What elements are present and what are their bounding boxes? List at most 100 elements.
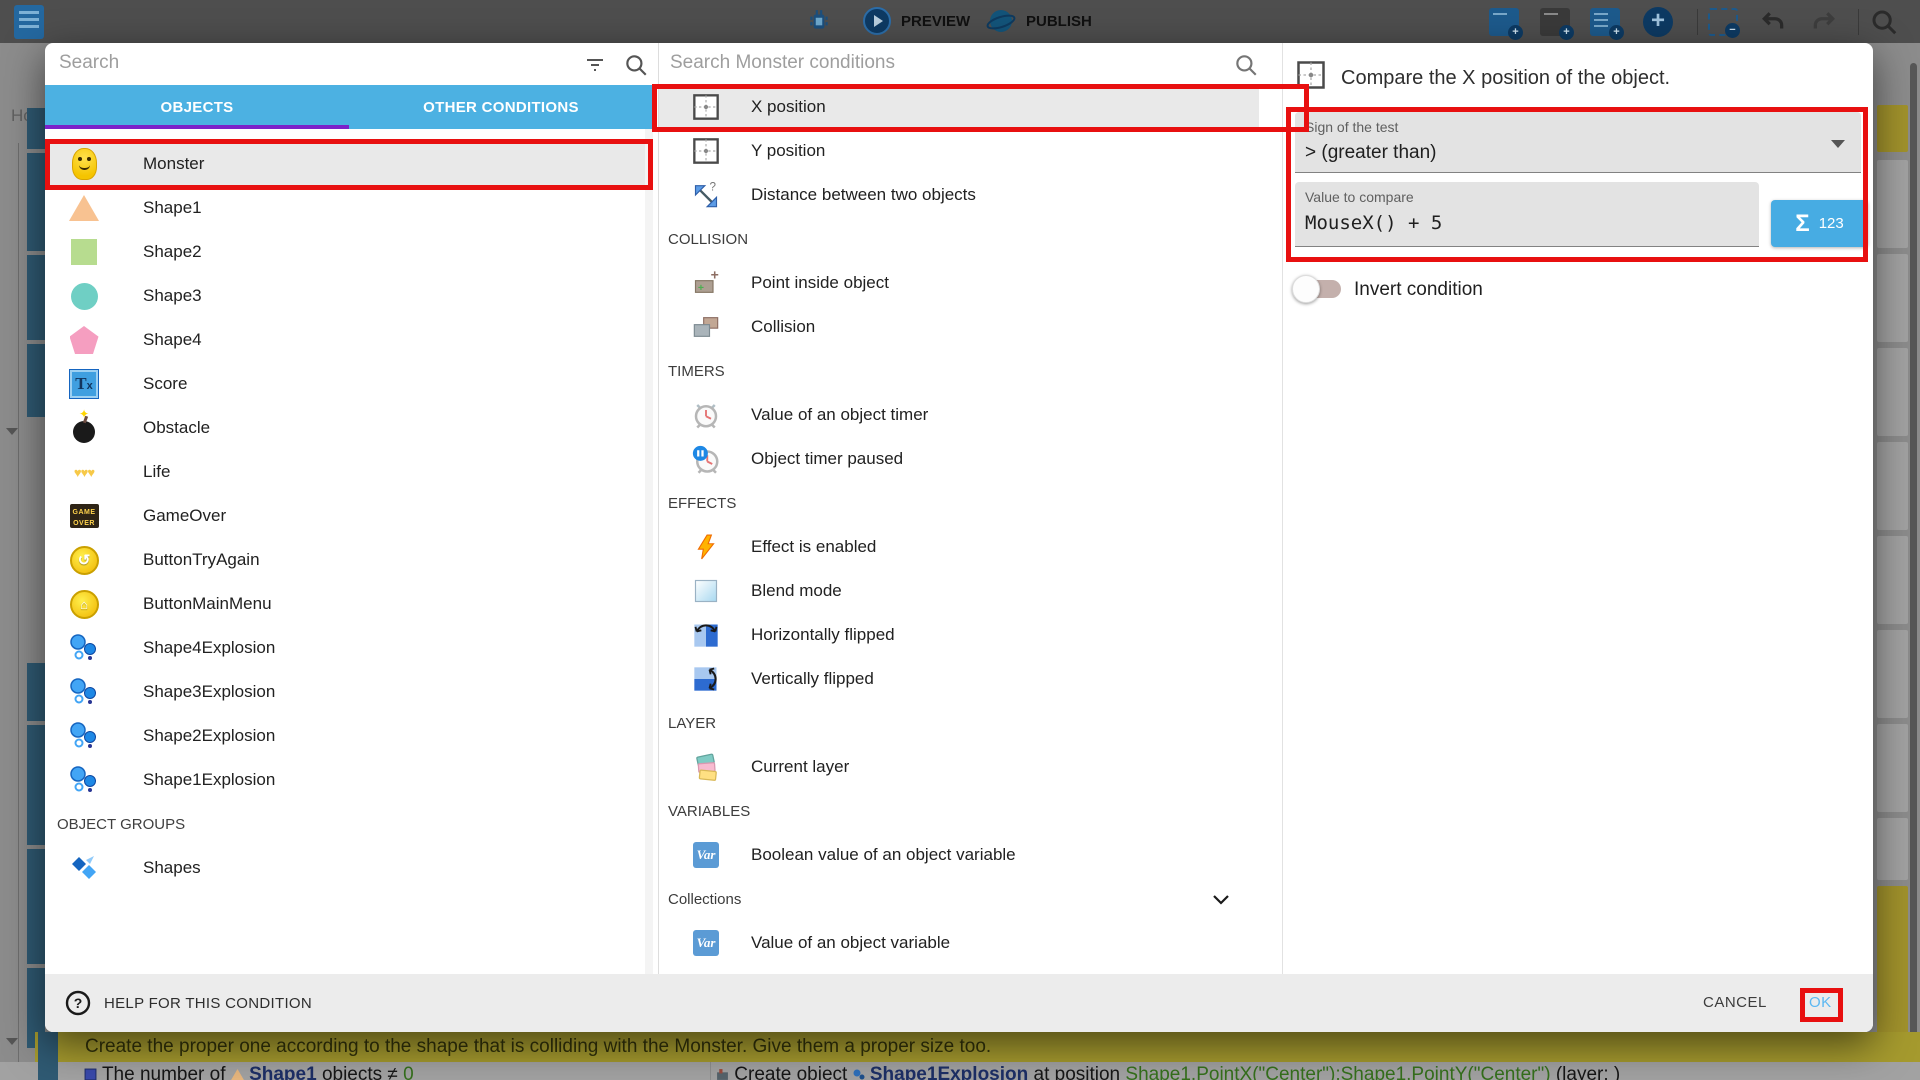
condition-title: Compare the X position of the object. [1341,67,1670,90]
object-row-buttontryagain[interactable]: ↺ ButtonTryAgain [45,538,645,582]
object-row-obstacle[interactable]: ✦ Obstacle [45,406,645,450]
objects-panel-icon[interactable]: + [1489,8,1519,36]
add-circle-icon[interactable]: + [1643,7,1673,37]
object-row-shape4explosion[interactable]: Shape4Explosion [45,626,645,670]
condition-list: X position Y position ? Distance between… [659,85,1259,965]
background-event-sheet-right [1873,43,1920,1080]
value-to-compare-input[interactable]: Value to compare MouseX() + 5 [1295,182,1759,247]
variable-icon: Var [690,927,722,959]
home-button-sprite-icon: ⌂ [66,584,102,624]
position-icon [1296,60,1326,90]
object-selector-panel: OBJECTS OTHER CONDITIONS Monster Shape1 … [45,43,653,974]
tab-other-conditions[interactable]: OTHER CONDITIONS [349,85,653,129]
condition-row-flipped-v[interactable]: Vertically flipped [659,657,1259,701]
tab-objects[interactable]: OBJECTS [45,85,349,129]
svg-text:?: ? [710,181,717,193]
condition-row-effect-enabled[interactable]: Effect is enabled [659,525,1259,569]
help-button[interactable]: ? HELP FOR THIS CONDITION [65,990,312,1016]
condition-search-input[interactable] [668,51,1208,75]
event-sheet-scrollbar[interactable] [1910,63,1917,1073]
event-action-text: Create object Shape1Explosion at positio… [716,1064,1620,1080]
object-row-shape1explosion[interactable]: Shape1Explosion [45,758,645,802]
square-sprite-icon [66,232,102,272]
object-row-shape3explosion[interactable]: Shape3Explosion [45,670,645,714]
condition-row-value-variable[interactable]: Var Value of an object variable [659,921,1259,965]
condition-count-icon [84,1068,97,1080]
condition-selector-panel: X position Y position ? Distance between… [658,43,1282,974]
ok-button[interactable]: OK [1803,992,1838,1013]
condition-row-boolean-variable[interactable]: Var Boolean value of an object variable [659,833,1259,877]
particle-mini-icon [853,1069,865,1080]
object-row-shape4[interactable]: Shape4 [45,318,645,362]
filter-icon[interactable] [583,53,607,77]
preview-play-icon[interactable] [862,6,892,36]
condition-section-collections[interactable]: Collections [659,877,1259,921]
particle-emitter-icon [66,716,102,756]
debugger-icon[interactable] [806,8,832,34]
object-row-shape3[interactable]: Shape3 [45,274,645,318]
remove-instance-icon[interactable]: − [1708,8,1738,36]
particle-emitter-icon [66,628,102,668]
condition-row-timer-value[interactable]: Value of an object timer [659,393,1259,437]
project-manager-icon[interactable] [14,5,44,39]
condition-row-blend-mode[interactable]: Blend mode [659,569,1259,613]
object-row-score[interactable]: Tx Score [45,362,645,406]
comment-text: Create the proper one according to the s… [85,1036,991,1058]
svg-text:?: ? [74,995,83,1011]
object-row-shapes-group[interactable]: Shapes [45,846,645,890]
condition-row-point-inside[interactable]: ++ Point inside object [659,261,1259,305]
object-row-shape2explosion[interactable]: Shape2Explosion [45,714,645,758]
redo-icon[interactable] [1810,9,1838,35]
gameover-sprite-icon: GAMEOVER [66,496,102,536]
object-groups-header: OBJECT GROUPS [45,802,645,846]
invert-condition-toggle[interactable] [1295,280,1341,298]
toolbar-divider [1858,9,1859,35]
groups-panel-icon[interactable]: + [1540,8,1570,36]
condition-row-distance[interactable]: ? Distance between two objects [659,173,1259,217]
action-icon [716,1068,729,1080]
object-row-shape1[interactable]: Shape1 [45,186,645,230]
object-row-gameover[interactable]: GAMEOVER GameOver [45,494,645,538]
blend-mode-icon [690,575,722,607]
point-inside-icon: ++ [690,267,722,299]
condition-row-y-position[interactable]: Y position [659,129,1259,173]
condition-row-x-position[interactable]: X position [659,85,1259,129]
flip-horizontal-icon [690,619,722,651]
condition-row-timer-paused[interactable]: Object timer paused [659,437,1259,481]
shape1-mini-icon [231,1069,244,1080]
publish-button[interactable]: PUBLISH [1026,13,1092,30]
retry-button-sprite-icon: ↺ [66,540,102,580]
distance-icon: ? [690,179,722,211]
condition-section-effects: EFFECTS [659,481,1259,525]
search-icon[interactable] [623,52,649,78]
object-row-buttonmainmenu[interactable]: ⌂ ButtonMainMenu [45,582,645,626]
object-list-scrollbar[interactable] [645,129,653,974]
instruction-editor-dialog: OBJECTS OTHER CONDITIONS Monster Shape1 … [45,43,1873,1032]
object-row-life[interactable]: ♥♥♥ Life [45,450,645,494]
bomb-sprite-icon: ✦ [66,408,102,448]
object-row-monster[interactable]: Monster [45,142,645,186]
cancel-button[interactable]: CANCEL [1695,992,1775,1013]
object-row-shape2[interactable]: Shape2 [45,230,645,274]
search-icon[interactable] [1233,52,1259,78]
editor-toolbar: PREVIEW PUBLISH + + + + − [0,0,1920,43]
dropdown-caret-icon[interactable] [1831,140,1845,148]
invert-condition-label: Invert condition [1354,279,1483,301]
object-search-input[interactable] [57,51,557,75]
condition-row-current-layer[interactable]: Current layer [659,745,1259,789]
sign-of-test-select[interactable]: Sign of the test > (greater than) [1295,112,1861,173]
active-tab-underline [45,125,349,129]
collision-icon [690,311,722,343]
condition-row-flipped-h[interactable]: Horizontally flipped [659,613,1259,657]
properties-panel-icon[interactable]: + [1590,8,1620,36]
condition-row-collision[interactable]: Collision [659,305,1259,349]
expression-editor-button[interactable]: Σ 123 [1771,200,1868,247]
preview-button[interactable]: PREVIEW [901,13,970,30]
text-object-icon: Tx [66,364,102,404]
chevron-down-icon[interactable] [1209,887,1233,911]
event-condition-text: The number of Shape1 objects ≠ 0 [84,1064,414,1080]
undo-icon[interactable] [1759,9,1787,35]
publish-globe-icon[interactable] [986,6,1016,36]
zoom-search-icon[interactable] [1869,7,1899,37]
background-event-sheet-left: Ho [0,43,45,1080]
